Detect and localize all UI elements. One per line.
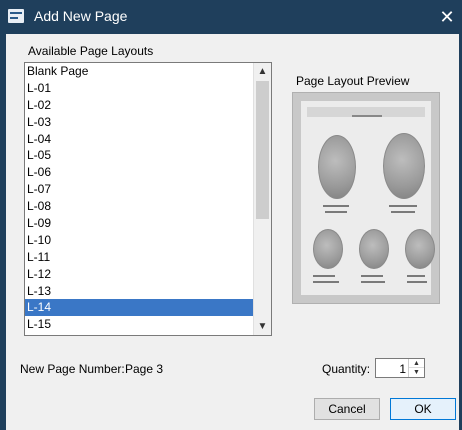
- layout-list-item[interactable]: L-10: [25, 232, 254, 249]
- layout-list-item[interactable]: L-09: [25, 215, 254, 232]
- layout-list-item[interactable]: L-07: [25, 181, 254, 198]
- spin-up-icon[interactable]: ▲: [409, 359, 424, 368]
- preview-photo-oval: [318, 135, 356, 199]
- preview-caption: [407, 281, 427, 283]
- layout-list-item[interactable]: L-13: [25, 283, 254, 300]
- preview-page: [301, 101, 435, 295]
- preview-photo-oval: [405, 229, 435, 269]
- quantity-value[interactable]: 1: [399, 362, 406, 376]
- scroll-up-icon[interactable]: ▲: [254, 63, 271, 80]
- preview-caption: [313, 281, 339, 283]
- app-icon: [8, 9, 24, 23]
- layout-list-item[interactable]: L-02: [25, 97, 254, 114]
- quantity-spin[interactable]: ▲ ▼: [408, 359, 424, 377]
- window-left-border: [0, 34, 6, 430]
- spin-down-icon[interactable]: ▼: [409, 368, 424, 377]
- page-number-value: Page 3: [125, 362, 164, 376]
- layout-list-item[interactable]: L-06: [25, 164, 254, 181]
- preview-caption: [391, 211, 415, 213]
- preview-caption: [313, 275, 335, 277]
- layouts-listbox[interactable]: Blank Page L-01 L-02 L-03 L-04 L-05 L-06 L-07 L-…: [24, 62, 272, 336]
- preview-caption: [407, 275, 425, 277]
- layout-list-item[interactable]: L-14: [25, 299, 254, 317]
- cancel-button[interactable]: Cancel: [314, 398, 380, 420]
- preview-caption: [323, 205, 349, 207]
- quantity-stepper[interactable]: 1 ▲ ▼: [375, 358, 425, 378]
- preview-caption: [325, 211, 347, 213]
- available-layouts-label: Available Page Layouts: [28, 44, 154, 58]
- preview-header-bar: [307, 107, 425, 117]
- preview-photo-oval: [359, 229, 389, 269]
- layout-list-item[interactable]: L-11: [25, 249, 254, 266]
- layouts-list: Blank Page L-01 L-02 L-03 L-04 L-05 L-06 L-07 L-…: [25, 63, 254, 333]
- layout-list-item[interactable]: L-01: [25, 80, 254, 97]
- scroll-thumb[interactable]: [256, 81, 269, 219]
- preview-caption: [389, 205, 417, 207]
- quantity-label: Quantity:: [322, 362, 371, 376]
- preview-label: Page Layout Preview: [296, 74, 410, 88]
- preview-caption: [361, 275, 383, 277]
- layout-list-item[interactable]: L-05: [25, 147, 254, 164]
- layout-list-item[interactable]: L-08: [25, 198, 254, 215]
- layout-preview: [292, 92, 440, 304]
- close-icon[interactable]: ✕: [432, 0, 462, 34]
- ok-button[interactable]: OK: [390, 398, 456, 420]
- layout-list-item[interactable]: L-03: [25, 114, 254, 131]
- window-title: Add New Page: [34, 8, 128, 24]
- layout-list-item[interactable]: Blank Page: [25, 63, 254, 80]
- layouts-scrollbar[interactable]: ▲ ▼: [253, 63, 271, 335]
- layout-list-item[interactable]: L-12: [25, 266, 254, 283]
- preview-caption: [361, 281, 385, 283]
- preview-photo-oval: [383, 133, 425, 199]
- page-number-label: New Page Number:: [20, 362, 125, 376]
- preview-photo-oval: [313, 229, 343, 269]
- title-bar: Add New Page ✕: [0, 0, 462, 34]
- layout-list-item[interactable]: L-04: [25, 131, 254, 148]
- layout-list-item[interactable]: L-15: [25, 316, 254, 333]
- scroll-down-icon[interactable]: ▼: [254, 318, 271, 335]
